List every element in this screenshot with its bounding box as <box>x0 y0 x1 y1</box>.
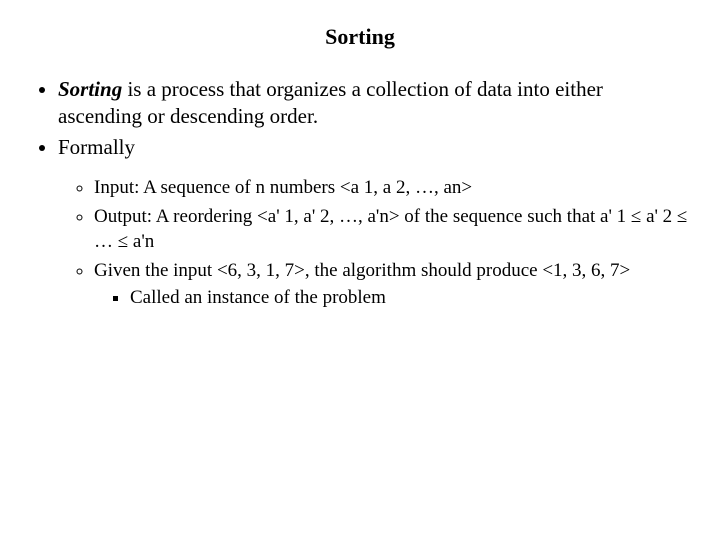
bullet-list-level2: Input: A sequence of n numbers <a 1, a 2… <box>58 175 690 310</box>
example-text: Given the input <6, 3, 1, 7>, the algori… <box>94 260 630 281</box>
slide-title: Sorting <box>30 24 690 50</box>
definition-text: is a process that organizes a collection… <box>58 77 603 128</box>
bullet-list-level1: Sorting is a process that organizes a co… <box>30 76 690 310</box>
term-sorting: Sorting <box>58 77 122 101</box>
l2-item-output: Output: A reordering <a' 1, a' 2, …, a'n… <box>94 204 690 254</box>
l1-item-formally: Formally <box>58 134 690 161</box>
l2-item-example: Given the input <6, 3, 1, 7>, the algori… <box>94 258 690 310</box>
l2-item-input: Input: A sequence of n numbers <a 1, a 2… <box>94 175 690 200</box>
l3-item-instance: Called an instance of the problem <box>130 285 690 310</box>
l1-item-definition: Sorting is a process that organizes a co… <box>58 76 690 130</box>
slide: Sorting Sorting is a process that organi… <box>0 0 720 540</box>
bullet-list-level3: Called an instance of the problem <box>94 285 690 310</box>
